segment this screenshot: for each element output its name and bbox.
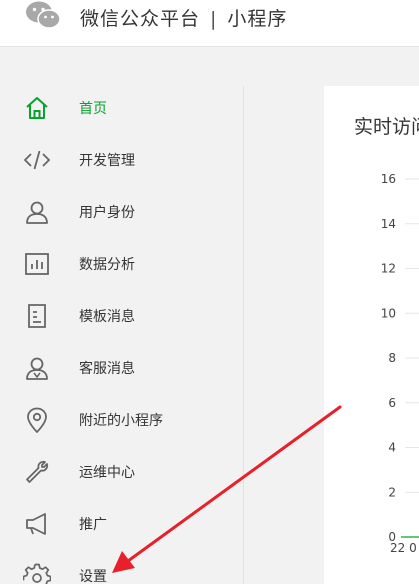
sidebar-item-template-message[interactable]: 模板消息 xyxy=(0,290,243,342)
sidebar-item-promotion[interactable]: 推广 xyxy=(0,498,243,550)
card-title: 实时访问 xyxy=(354,116,419,138)
document-icon xyxy=(28,304,46,328)
code-icon xyxy=(23,150,51,170)
title-separator: | xyxy=(210,8,218,30)
sidebar-item-dev-management[interactable]: 开发管理 xyxy=(0,134,243,186)
sidebar-item-home[interactable]: 首页 xyxy=(0,82,243,134)
user-icon xyxy=(26,201,48,224)
y-tick-label: 12 xyxy=(381,262,396,276)
location-pin-icon xyxy=(27,407,47,433)
home-icon xyxy=(26,97,48,119)
sidebar-item-label: 运维中心 xyxy=(79,465,135,481)
sidebar: 首页 开发管理 用户身份 数据分析 模板消息 客服消息 附近的小程序 运维中心 … xyxy=(0,47,243,584)
megaphone-icon xyxy=(26,513,46,535)
sidebar-item-label: 附近的小程序 xyxy=(79,413,163,429)
sidebar-item-label: 客服消息 xyxy=(79,361,135,377)
platform-name: 微信公众平台 xyxy=(80,8,201,30)
sidebar-item-label: 用户身份 xyxy=(79,205,135,221)
wechat-logo-icon xyxy=(26,1,61,29)
sidebar-item-customer-service[interactable]: 客服消息 xyxy=(0,342,243,394)
sidebar-item-nearby-miniprogram[interactable]: 附近的小程序 xyxy=(0,394,243,446)
y-tick-label: 14 xyxy=(381,217,396,231)
sidebar-item-label: 推广 xyxy=(79,517,107,533)
realtime-visits-card: 161412108642022 0 实时访问 xyxy=(324,86,419,584)
sidebar-divider xyxy=(243,86,244,584)
y-tick-label: 2 xyxy=(388,485,396,499)
sidebar-item-ops-center[interactable]: 运维中心 xyxy=(0,446,243,498)
sidebar-item-data-analysis[interactable]: 数据分析 xyxy=(0,238,243,290)
x-tick-label: 22 0 xyxy=(390,541,417,555)
bar-chart-icon xyxy=(25,253,49,275)
gear-icon xyxy=(23,563,51,584)
y-tick-label: 8 xyxy=(388,351,396,365)
top-header: 微信公众平台 | 小程序 xyxy=(0,0,419,47)
y-tick-label: 4 xyxy=(388,441,396,455)
sidebar-item-label: 开发管理 xyxy=(79,153,135,169)
wrench-icon xyxy=(26,460,49,483)
sidebar-item-label: 数据分析 xyxy=(79,257,135,273)
sidebar-item-settings[interactable]: 设置 xyxy=(0,550,243,584)
sidebar-item-label: 首页 xyxy=(79,101,107,117)
platform-title: 微信公众平台 | 小程序 xyxy=(80,4,287,31)
y-tick-label: 16 xyxy=(381,172,396,186)
sidebar-item-label: 模板消息 xyxy=(79,309,135,325)
y-tick-label: 6 xyxy=(388,396,396,410)
y-tick-label: 10 xyxy=(381,306,396,320)
sidebar-item-label: 设置 xyxy=(79,569,107,584)
realtime-visits-chart: 161412108642022 0 xyxy=(381,172,419,555)
customer-service-icon xyxy=(26,357,48,380)
sidebar-item-user-identity[interactable]: 用户身份 xyxy=(0,186,243,238)
app-window: 微信公众平台 | 小程序 首页 开发管理 用户身份 数据分析 模板消息 客服消息… xyxy=(0,0,419,584)
product-name: 小程序 xyxy=(227,8,288,30)
